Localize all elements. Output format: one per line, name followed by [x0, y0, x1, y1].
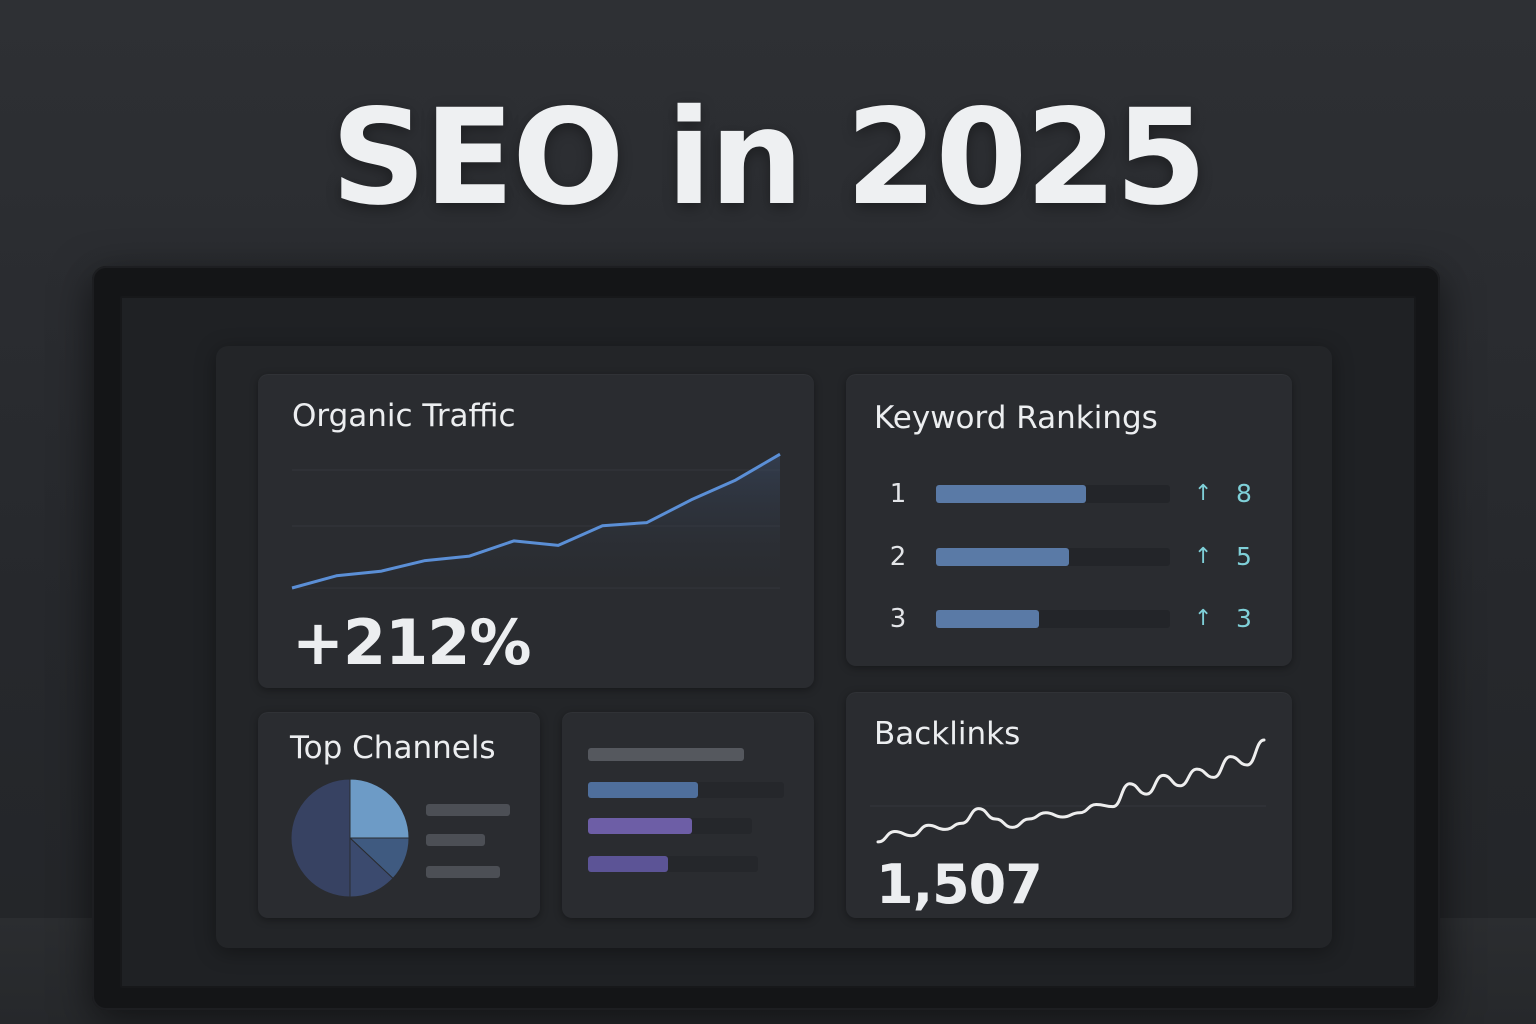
top-channels-card[interactable]: Top Channels	[258, 712, 540, 918]
keyword-rank-bar	[936, 610, 1039, 628]
keyword-rank-track	[936, 548, 1170, 566]
keyword-rank-position: 1	[889, 479, 907, 509]
keyword-rank-bar	[936, 548, 1069, 566]
organic-traffic-value: +212%	[292, 606, 531, 679]
monitor: Organic Traffic +212% Keyword Rankings 1…	[92, 266, 1440, 1010]
keyword-ranking-row[interactable]: 3 ↑ 3	[846, 599, 1292, 639]
arrow-up-icon: ↑	[1194, 481, 1213, 506]
headline: SEO in 2025	[331, 81, 1207, 235]
keyword-rankings-title: Keyword Rankings	[874, 400, 1158, 436]
organic-traffic-area	[292, 454, 780, 588]
dashboard: Organic Traffic +212% Keyword Rankings 1…	[216, 346, 1332, 948]
channel-bars-card[interactable]	[562, 712, 814, 918]
backlinks-value: 1,507	[876, 853, 1043, 916]
keyword-rank-position: 3	[889, 604, 907, 634]
channel-legend-bar	[426, 866, 500, 878]
keyword-ranking-row[interactable]: 2 ↑ 5	[846, 537, 1292, 577]
pie-slice[interactable]	[349, 778, 410, 839]
channel-bar[interactable]	[588, 818, 692, 834]
keyword-rank-track	[936, 610, 1170, 628]
keyword-rank-change: 3	[1236, 604, 1252, 633]
keyword-rank-bar	[936, 485, 1086, 503]
channel-legend-bar	[426, 834, 485, 846]
keyword-rank-track	[936, 485, 1170, 503]
monitor-screen: Organic Traffic +212% Keyword Rankings 1…	[120, 296, 1416, 988]
arrow-up-icon: ↑	[1194, 606, 1213, 631]
channel-bar[interactable]	[588, 856, 668, 872]
channel-legend-bar	[426, 804, 510, 816]
keyword-ranking-row[interactable]: 1 ↑ 8	[846, 474, 1292, 514]
organic-traffic-card[interactable]: Organic Traffic +212%	[258, 374, 814, 688]
channel-bars-header-bar	[588, 748, 744, 761]
channel-bar[interactable]	[588, 782, 698, 798]
keyword-rank-change: 8	[1236, 479, 1252, 508]
keyword-rank-position: 2	[889, 542, 907, 572]
backlinks-line	[876, 738, 1266, 844]
keyword-rank-change: 5	[1236, 542, 1252, 571]
pie-slice[interactable]	[290, 778, 351, 898]
arrow-up-icon: ↑	[1194, 544, 1213, 569]
keyword-rankings-card[interactable]: Keyword Rankings 1 ↑ 8 2 ↑ 5 3 ↑ 3	[846, 374, 1292, 666]
backlinks-card[interactable]: Backlinks 1,507	[846, 692, 1292, 918]
